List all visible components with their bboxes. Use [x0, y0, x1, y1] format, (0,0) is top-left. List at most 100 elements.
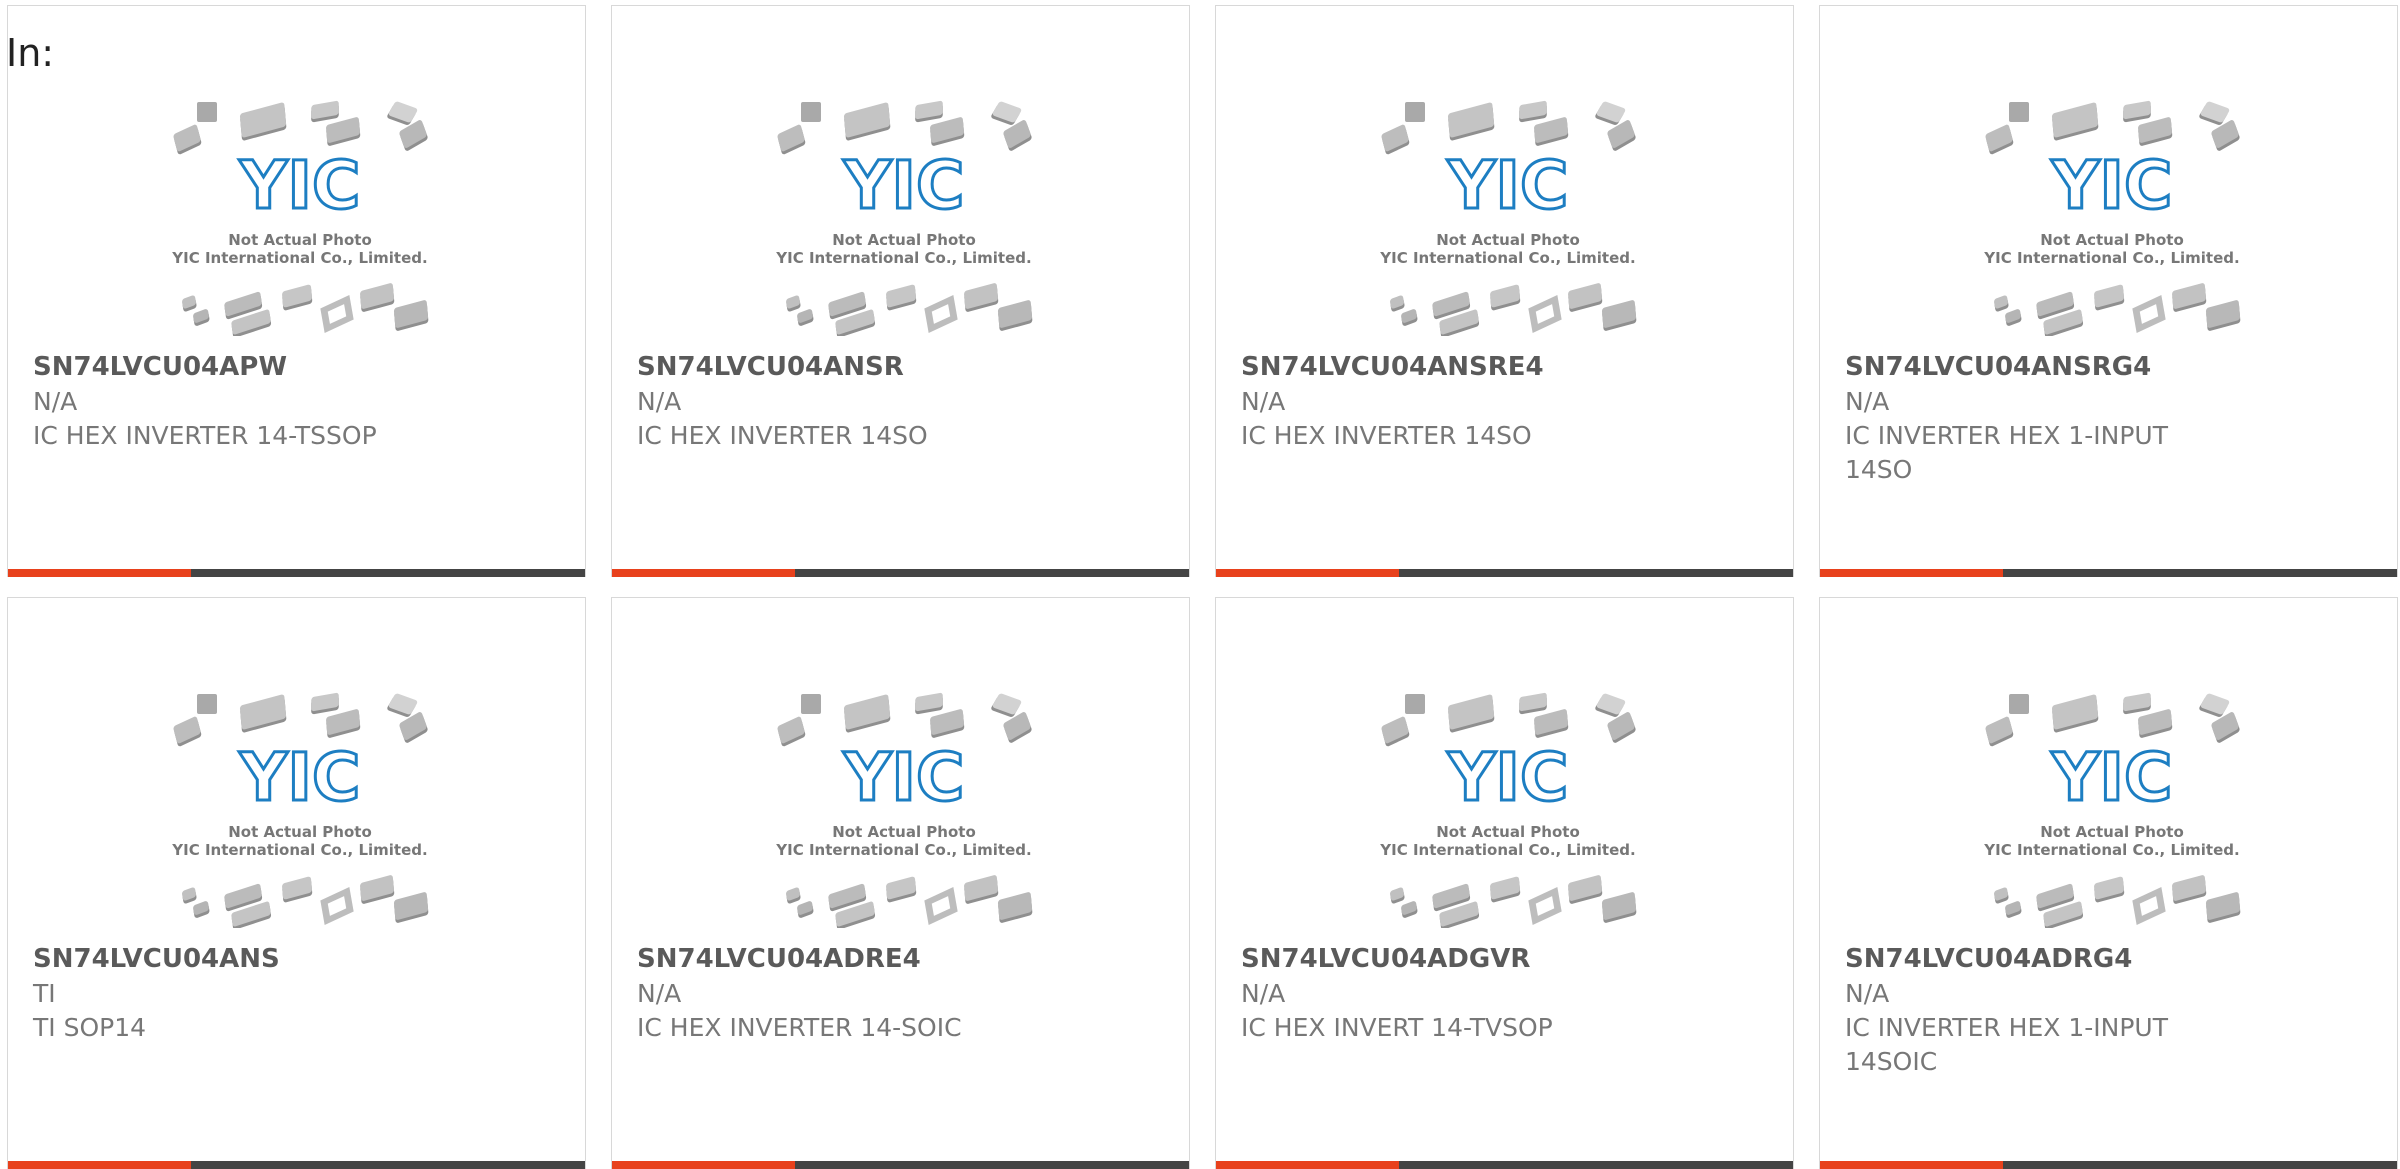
- not-actual-photo-caption: Not Actual Photo: [2040, 231, 2184, 249]
- chip-package-icon: [360, 875, 395, 904]
- chip-package-icon: [1607, 712, 1636, 743]
- chip-package-icon: [182, 295, 197, 312]
- chip-package-icon: [930, 117, 965, 146]
- part-number[interactable]: SN74LVCU04ADGVR: [1241, 941, 1773, 977]
- yic-logo: YIC: [1447, 147, 1569, 224]
- chip-package-icon: [399, 712, 428, 743]
- part-number[interactable]: SN74LVCU04ADRG4: [1845, 941, 2377, 977]
- not-actual-photo-graphic: YIC Not Actual PhotoYIC International Co.…: [171, 692, 429, 928]
- chip-package-icon: [320, 295, 354, 333]
- card-bottom-bar: [612, 569, 1189, 577]
- yic-logo: YIC: [1447, 739, 1569, 816]
- chip-package-icon: [1003, 712, 1032, 743]
- product-card[interactable]: YIC Not Actual Photo YIC International Co.…: [7, 5, 586, 577]
- chip-package-icon: [311, 692, 339, 715]
- chip-package-icon: [173, 124, 202, 155]
- chip-package-icon: [997, 300, 1033, 331]
- chip-package-icon: [964, 283, 999, 312]
- part-number[interactable]: SN74LVCU04ANSR: [637, 349, 1169, 385]
- company-caption: YIC International Co., Limited.: [775, 841, 1031, 859]
- part-number[interactable]: SN74LVCU04ANS: [33, 941, 565, 977]
- chip-package-icon: [915, 100, 943, 123]
- card-accent-bar: [1216, 1161, 1399, 1169]
- chip-package-icon: [1595, 101, 1626, 125]
- chip-package-icon: [886, 284, 917, 311]
- part-number[interactable]: SN74LVCU04ANSRG4: [1845, 349, 2377, 385]
- chip-package-icon: [1405, 694, 1425, 714]
- product-card[interactable]: YIC Not Actual Photo YIC International Co.…: [611, 597, 1190, 1169]
- chip-package-icon: [2205, 300, 2241, 331]
- not-actual-photo-graphic: YIC Not Actual PhotoYIC International Co.…: [1379, 692, 1637, 928]
- chip-package-icon: [930, 709, 965, 738]
- manufacturer: N/A: [1241, 979, 1286, 1008]
- chip-package-icon: [393, 892, 429, 923]
- not-actual-photo-caption: Not Actual Photo: [1436, 823, 1580, 841]
- chip-package-icon: [991, 693, 1022, 717]
- chip-package-icon: [843, 102, 891, 141]
- not-actual-photo-graphic: YIC Not Actual PhotoYIC International Co.…: [1379, 100, 1637, 336]
- yic-logo: YIC: [2051, 739, 2173, 816]
- card-accent-bar: [612, 569, 795, 577]
- chip-package-icon: [1534, 117, 1569, 146]
- not-actual-photo-graphic: YIC Not Actual PhotoYIC International Co.…: [1983, 100, 2241, 336]
- product-placeholder-image: YIC Not Actual Photo YIC International Co.…: [1373, 688, 1643, 928]
- company-caption: YIC International Co., Limited.: [171, 841, 427, 859]
- not-actual-photo-graphic: YIC Not Actual PhotoYIC International Co.…: [775, 692, 1033, 928]
- yic-logo: YIC: [843, 147, 965, 224]
- card-accent-bar: [8, 1161, 191, 1169]
- chip-package-icon: [282, 284, 313, 311]
- chip-package-icon: [2009, 102, 2029, 122]
- description: IC HEX INVERTER 14SO: [1241, 421, 1532, 450]
- product-card[interactable]: YIC Not Actual Photo YIC International Co.…: [1819, 5, 2398, 577]
- chip-package-icon: [1390, 887, 1405, 904]
- card-accent-bar: [1820, 1161, 2003, 1169]
- product-card[interactable]: YIC Not Actual Photo YIC International Co.…: [1215, 5, 1794, 577]
- manufacturer: N/A: [1241, 387, 1286, 416]
- chip-package-icon: [2009, 694, 2029, 714]
- chip-package-icon: [1568, 283, 1603, 312]
- not-actual-photo-caption: Not Actual Photo: [832, 823, 976, 841]
- company-caption: YIC International Co., Limited.: [1379, 841, 1635, 859]
- chip-package-icon: [777, 124, 806, 155]
- chip-package-icon: [801, 102, 821, 122]
- chip-package-icon: [1595, 693, 1626, 717]
- chip-package-icon: [1447, 694, 1495, 733]
- yic-logo: YIC: [239, 147, 361, 224]
- product-card[interactable]: YIC Not Actual Photo YIC International Co.…: [1819, 597, 2398, 1169]
- manufacturer: N/A: [1845, 387, 1890, 416]
- not-actual-photo-graphic: YIC Not Actual PhotoYIC International Co.…: [171, 100, 429, 336]
- not-actual-photo-graphic: YIC Not Actual PhotoYIC International Co.…: [775, 100, 1033, 336]
- chip-package-icon: [1519, 692, 1547, 715]
- product-card[interactable]: YIC Not Actual Photo YIC International Co.…: [611, 5, 1190, 577]
- manufacturer: N/A: [1845, 979, 1890, 1008]
- chip-package-icon: [2123, 100, 2151, 123]
- manufacturer: N/A: [637, 979, 682, 1008]
- chip-package-icon: [843, 694, 891, 733]
- chip-package-icon: [786, 295, 801, 312]
- part-number[interactable]: SN74LVCU04APW: [33, 349, 565, 385]
- chip-package-icon: [2172, 875, 2207, 904]
- description: IC HEX INVERTER 14-SOIC: [637, 1013, 962, 1042]
- chip-package-icon: [2005, 901, 2022, 918]
- card-accent-bar: [8, 569, 191, 577]
- chip-package-icon: [1490, 876, 1521, 903]
- not-actual-photo-caption: Not Actual Photo: [228, 823, 372, 841]
- chip-package-icon: [1568, 875, 1603, 904]
- chip-package-icon: [326, 709, 361, 738]
- part-number[interactable]: SN74LVCU04ADRE4: [637, 941, 1169, 977]
- chip-package-icon: [1528, 887, 1562, 925]
- part-number[interactable]: SN74LVCU04ANSRE4: [1241, 349, 1773, 385]
- chip-package-icon: [2138, 709, 2173, 738]
- chip-package-icon: [1390, 295, 1405, 312]
- chip-package-icon: [797, 309, 814, 326]
- chip-package-icon: [801, 694, 821, 714]
- product-placeholder-image: YIC Not Actual Photo YIC International Co.…: [165, 688, 435, 928]
- chip-package-icon: [2132, 295, 2166, 333]
- chip-package-icon: [997, 892, 1033, 923]
- yic-logo: YIC: [2051, 147, 2173, 224]
- product-card[interactable]: YIC Not Actual Photo YIC International Co.…: [1215, 597, 1794, 1169]
- not-actual-photo-caption: Not Actual Photo: [2040, 823, 2184, 841]
- product-card[interactable]: YIC Not Actual Photo YIC International Co.…: [7, 597, 586, 1169]
- chip-package-icon: [915, 692, 943, 715]
- product-placeholder-image: YIC Not Actual Photo YIC International Co.…: [165, 96, 435, 336]
